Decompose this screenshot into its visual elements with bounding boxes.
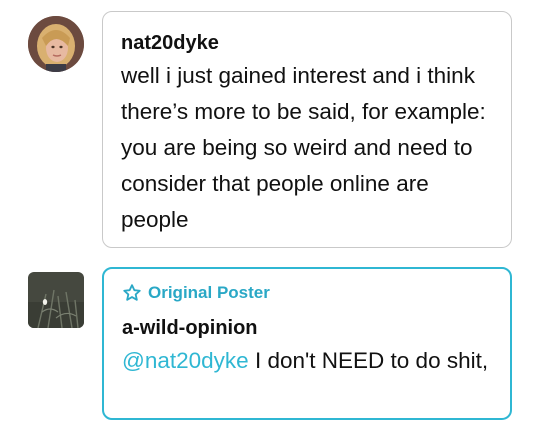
reply-bubble-op: Original Poster a-wild-opinion @nat20dyk… [102, 267, 512, 420]
reply-item: nat20dyke well i just gained interest an… [0, 0, 540, 260]
reply-item: Original Poster a-wild-opinion @nat20dyk… [0, 260, 540, 429]
original-poster-label: Original Poster [148, 283, 270, 302]
mention-link[interactable]: @nat20dyke [122, 348, 249, 373]
original-poster-badge: Original Poster [122, 282, 270, 304]
night-grass-photo-avatar-icon [28, 272, 84, 328]
reply-username[interactable]: a-wild-opinion [122, 317, 258, 340]
user-avatar[interactable] [28, 272, 84, 328]
reply-bubble: nat20dyke well i just gained interest an… [102, 11, 512, 248]
user-avatar[interactable] [28, 16, 84, 72]
reply-username[interactable]: nat20dyke [121, 32, 219, 55]
reply-text-content: I don't NEED to do shit, [248, 348, 489, 373]
reply-text: well i just gained interest and i think … [121, 63, 486, 232]
star-outline-icon [123, 284, 141, 301]
person-photo-avatar-icon [28, 16, 84, 72]
reply-text: @nat20dyke I don't NEED to do shit, [122, 343, 502, 379]
